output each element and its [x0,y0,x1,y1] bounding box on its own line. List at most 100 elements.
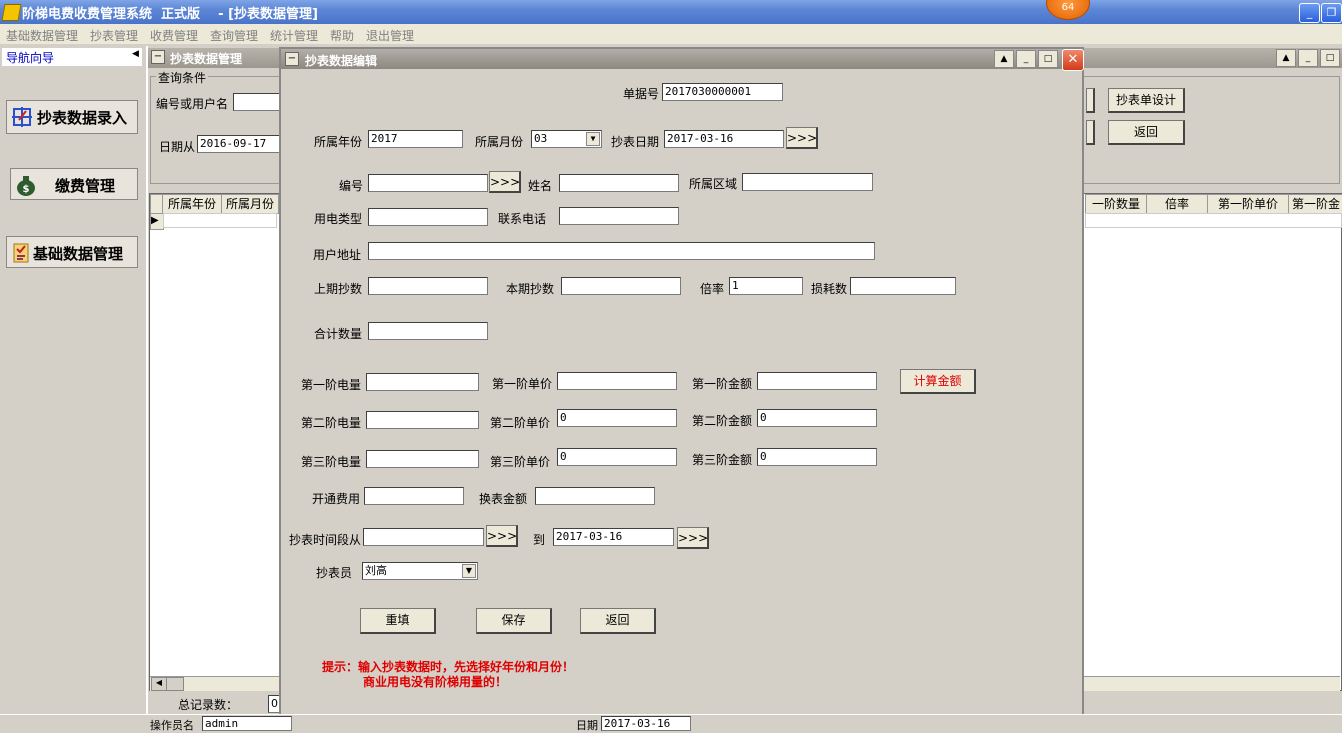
dialog-close-icon[interactable]: ✕ [1062,49,1084,71]
address-input[interactable] [368,242,875,260]
year-input[interactable]: 2017 [368,130,463,148]
tier3-qty-label: 第三阶电量 [301,455,362,469]
grid-header-tier1-amount[interactable]: 第一阶金 [1288,194,1342,214]
dropdown-arrow-icon[interactable]: ▼ [462,564,476,578]
prev-reading-input[interactable] [368,277,488,295]
grid-header-rate[interactable]: 倍率 [1146,194,1208,214]
tier3-price-label: 第三阶单价 [490,455,551,469]
grid-header-year[interactable]: 所属年份 [162,194,222,214]
status-date-label: 日期 [576,719,598,732]
grid-header-tier1-price[interactable]: 第一阶单价 [1207,194,1289,214]
grid-header-tier1-qty[interactable]: 一阶数量 [1085,194,1147,214]
period-to-input[interactable]: 2017-03-16 [553,528,674,546]
name-label: 姓名 [528,179,553,193]
menu-bar: 基础数据管理 抄表管理 收费管理 查询管理 统计管理 帮助 退出管理 [0,24,1342,44]
phone-input[interactable] [559,207,679,225]
month-label: 所属月份 [475,135,524,149]
change-fee-input[interactable] [535,487,655,505]
dropdown-arrow-icon[interactable]: ▼ [586,132,600,146]
menu-exit[interactable]: 退出管理 [366,27,414,44]
tier1-amount-input[interactable] [757,372,877,390]
period-from-input[interactable] [363,528,484,546]
collapse-arrow-icon[interactable]: ◀ [132,49,139,59]
query-input[interactable] [233,93,283,111]
tier2-price-input[interactable]: 0 [557,409,677,427]
menu-basic-data[interactable]: 基础数据管理 [6,27,78,44]
name-input[interactable] [559,174,679,192]
nav-basic-data-button[interactable]: 基础数据管理 [6,236,138,268]
loss-label: 损耗数 [811,282,848,296]
menu-charging[interactable]: 收费管理 [150,27,198,44]
system-menu-icon[interactable]: − [151,50,165,64]
rate-input[interactable]: 1 [729,277,803,295]
main-restore-icon[interactable]: ▲ [1276,49,1296,67]
power-type-input[interactable] [368,208,488,226]
period-from-picker-button[interactable]: >>> [486,525,518,547]
tier3-amount-input[interactable]: 0 [757,448,877,466]
dialog-back-button[interactable]: 返回 [580,608,656,634]
date-from-input[interactable]: 2016-09-17 [197,135,283,153]
id-lookup-button[interactable]: >>> [489,171,521,193]
reader-select[interactable]: 刘高 ▼ [362,562,478,580]
loss-input[interactable] [850,277,956,295]
window-title: 阶梯电费收费管理系统 正式版 - [抄表数据管理] [22,7,318,22]
bill-no-input[interactable]: 2017030000001 [662,83,783,101]
curr-reading-label: 本期抄数 [506,282,555,296]
total-qty-input[interactable] [368,322,488,340]
scroll-thumb[interactable] [166,677,184,691]
month-value: 03 [534,132,548,145]
total-records-label: 总记录数： [178,698,239,712]
month-select[interactable]: 03 ▼ [531,130,602,148]
hint-text-2: 商业用电没有阶梯用量的！ [363,675,508,689]
hidden-button-1[interactable] [1086,88,1095,113]
nav-basic-data-label: 基础数据管理 [33,245,124,263]
sheet-design-button[interactable]: 抄表单设计 [1108,88,1185,113]
save-button[interactable]: 保存 [476,608,552,634]
bill-no-label: 单据号 [623,87,660,101]
tier1-price-input[interactable] [557,372,677,390]
change-fee-label: 换表金额 [479,492,528,506]
scroll-left-icon[interactable]: ◀ [151,677,167,691]
period-to-picker-button[interactable]: >>> [677,527,709,549]
menu-query[interactable]: 查询管理 [210,27,258,44]
main-maximize-icon[interactable]: □ [1320,49,1340,67]
dialog-maximize-icon[interactable]: □ [1038,50,1058,68]
dialog-restore-icon[interactable]: ▲ [994,50,1014,68]
hidden-button-2[interactable] [1086,120,1095,145]
dialog-header: − 抄表数据编辑 [281,49,1082,69]
tier1-qty-input[interactable] [366,373,479,391]
nav-payment-button[interactable]: $ 缴费管理 [10,168,138,200]
read-date-input[interactable]: 2017-03-16 [664,130,784,148]
tier3-qty-input[interactable] [366,450,479,468]
main-back-button[interactable]: 返回 [1108,120,1185,145]
tier3-price-input[interactable]: 0 [557,448,677,466]
query-group-title: 查询条件 [156,69,209,86]
menu-statistics[interactable]: 统计管理 [270,27,318,44]
tier1-price-label: 第一阶单价 [492,377,553,391]
table-row[interactable] [163,213,277,228]
minimize-button[interactable]: _ [1299,3,1320,23]
grid-header-month[interactable]: 所属月份 [221,194,279,214]
tier2-price-label: 第二阶单价 [490,416,551,430]
main-minimize-icon[interactable]: _ [1298,49,1318,67]
open-fee-input[interactable] [364,487,464,505]
reset-button[interactable]: 重填 [360,608,436,634]
dialog-system-icon[interactable]: − [285,52,299,66]
tier2-qty-input[interactable] [366,411,479,429]
table-row-right[interactable] [1085,213,1342,228]
reader-value: 刘高 [365,564,387,577]
id-input[interactable] [368,174,488,192]
area-input[interactable] [742,173,873,191]
read-date-picker-button[interactable]: >>> [786,127,818,149]
nav-header: 导航向导 ◀ [2,48,142,66]
period-to-label: 到 [533,533,546,547]
menu-meter-reading[interactable]: 抄表管理 [90,27,138,44]
read-date-label: 抄表日期 [611,135,660,149]
tier2-amount-input[interactable]: 0 [757,409,877,427]
nav-meter-entry-button[interactable]: 抄表数据录入 [6,100,138,134]
restore-button[interactable]: ❐ [1321,3,1342,23]
calculate-amount-button[interactable]: 计算金额 [900,369,976,394]
dialog-minimize-icon[interactable]: _ [1016,50,1036,68]
curr-reading-input[interactable] [561,277,681,295]
menu-help[interactable]: 帮助 [330,27,354,44]
